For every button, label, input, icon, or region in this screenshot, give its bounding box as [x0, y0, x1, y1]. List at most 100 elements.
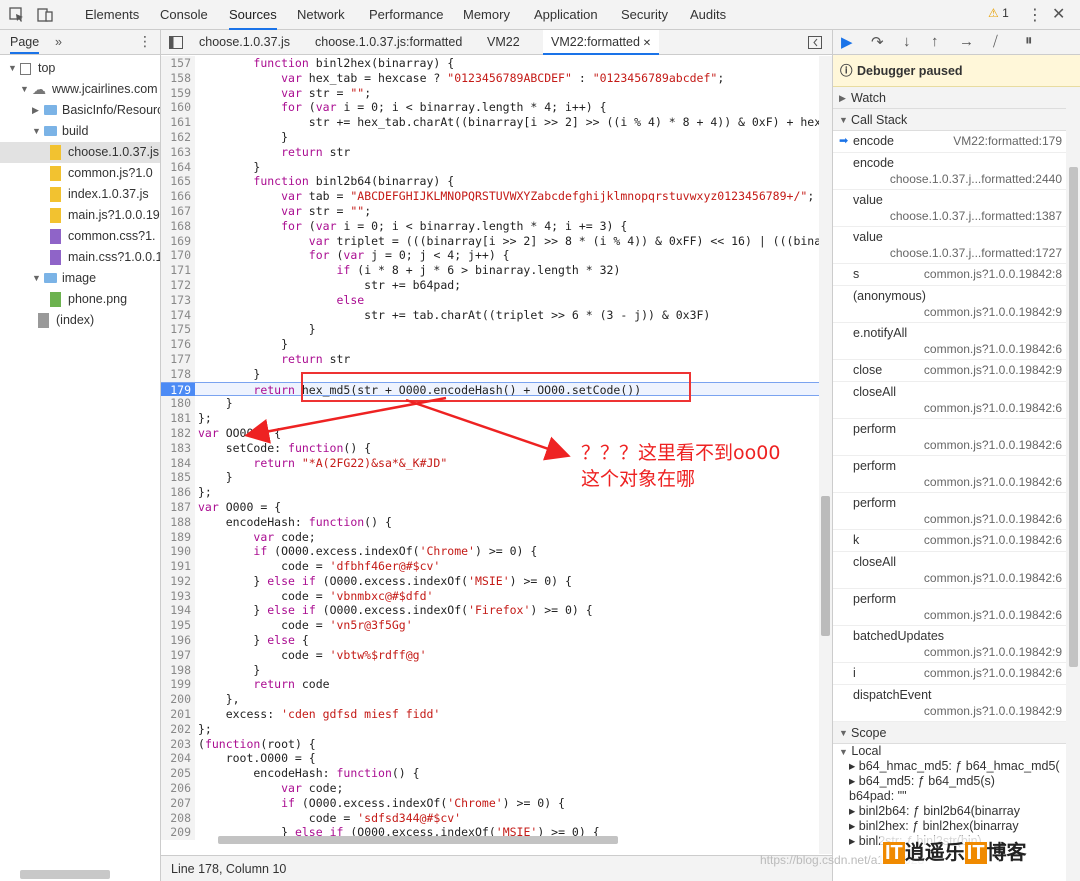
call-frame[interactable]: perform common.js?1.0.0.19842:6 — [833, 456, 1080, 493]
line-number[interactable]: 195 — [161, 618, 195, 634]
tab-page[interactable]: Page — [10, 35, 40, 54]
call-frame[interactable]: closeAll common.js?1.0.0.19842:6 — [833, 382, 1080, 419]
call-frame[interactable]: k common.js?1.0.0.19842:6 — [833, 530, 1080, 552]
code-line[interactable]: 195 code = 'vn5r@3f5Gg' — [161, 618, 819, 634]
call-frame[interactable]: closeAll common.js?1.0.0.19842:6 — [833, 552, 1080, 589]
frame-location[interactable]: common.js?1.0.0.19842:9 — [924, 363, 1062, 377]
code-line[interactable]: 198 } — [161, 662, 819, 678]
device-toolbar-icon[interactable] — [37, 7, 53, 23]
code-line[interactable]: 167 var str = ""; — [161, 203, 819, 219]
call-frame[interactable]: perform common.js?1.0.0.19842:6 — [833, 493, 1080, 530]
code-line[interactable]: 192 } else if (O000.excess.indexOf('MSIE… — [161, 573, 819, 589]
tree-item[interactable]: ▼ build — [0, 121, 160, 142]
call-frame[interactable]: close common.js?1.0.0.19842:9 — [833, 360, 1080, 382]
code-line[interactable]: 202}; — [161, 721, 819, 737]
line-number[interactable]: 162 — [161, 129, 195, 145]
watch-section-header[interactable]: ▶ Watch — [833, 87, 1080, 109]
code-line[interactable]: 160 for (var i = 0; i < binarray.length … — [161, 100, 819, 116]
line-number[interactable]: 182 — [161, 425, 195, 441]
more-menu-icon[interactable]: ⋮ — [1027, 5, 1043, 25]
line-number[interactable]: 189 — [161, 529, 195, 545]
close-icon[interactable]: ✕ — [1052, 4, 1065, 24]
inspect-element-icon[interactable] — [9, 7, 25, 23]
line-number[interactable]: 203 — [161, 736, 195, 752]
scope-local-header[interactable]: ▼ Local — [833, 744, 1080, 759]
line-number[interactable]: 201 — [161, 707, 195, 722]
code-line[interactable]: 168 for (var i = 0; i < binarray.length … — [161, 218, 819, 234]
line-number[interactable]: 179 — [161, 382, 195, 398]
expanded-triangle-icon[interactable]: ▼ — [20, 79, 29, 100]
tab-console[interactable]: Console — [160, 0, 208, 30]
line-number[interactable]: 175 — [161, 322, 195, 338]
scope-variable[interactable]: ▸ binl2b64: ƒ binl2b64(binarray — [833, 804, 1080, 819]
deactivate-breakpoints-icon[interactable]: ⧸ — [993, 33, 998, 50]
editor-tab[interactable]: VM22 — [479, 30, 528, 55]
frame-location[interactable]: common.js?1.0.0.19842:8 — [924, 267, 1062, 281]
line-number[interactable]: 187 — [161, 499, 195, 515]
line-number[interactable]: 183 — [161, 440, 195, 456]
code-line[interactable]: 196 } else { — [161, 633, 819, 648]
line-number[interactable]: 167 — [161, 203, 195, 219]
collapsed-triangle-icon[interactable]: ▶ — [32, 100, 39, 121]
call-frame[interactable]: dispatchEvent common.js?1.0.0.19842:9 — [833, 685, 1080, 722]
line-number[interactable]: 174 — [161, 307, 195, 323]
pause-on-exceptions-icon[interactable]: ⏸ — [1025, 32, 1033, 49]
line-number[interactable]: 200 — [161, 692, 195, 708]
code-line[interactable]: 164 } — [161, 159, 819, 175]
call-frame[interactable]: value choose.1.0.37.j...formatted:1387 — [833, 190, 1080, 227]
tab-elements[interactable]: Elements — [85, 0, 139, 30]
code-line[interactable]: 191 code = 'dfbhf46er@#$cv' — [161, 559, 819, 574]
line-number[interactable]: 176 — [161, 337, 195, 352]
call-frame[interactable]: ➡ encode VM22:formatted:179 — [833, 131, 1080, 153]
code-line[interactable]: 177 return str — [161, 351, 819, 367]
resume-icon[interactable]: ▶︎ — [841, 33, 853, 51]
tree-item[interactable]: ▶ BasicInfo/Resourc — [0, 100, 160, 121]
call-frame[interactable]: perform common.js?1.0.0.19842:6 — [833, 419, 1080, 456]
code-line[interactable]: 158 var hex_tab = hexcase ? "0123456789A… — [161, 70, 819, 86]
tree-item[interactable]: ▼ ☁ www.jcairlines.com — [0, 79, 160, 100]
tab-security[interactable]: Security — [621, 0, 668, 30]
line-number[interactable]: 177 — [161, 351, 195, 367]
tab-audits[interactable]: Audits — [690, 0, 726, 30]
code-line[interactable]: 174 str += tab.charAt((triplet >> 6 * (3… — [161, 307, 819, 323]
call-frame[interactable]: batchedUpdates common.js?1.0.0.19842:9 — [833, 626, 1080, 663]
line-number[interactable]: 163 — [161, 144, 195, 160]
frame-location[interactable]: common.js?1.0.0.19842:9 — [924, 305, 1062, 319]
call-frame[interactable]: encode choose.1.0.37.j...formatted:2440 — [833, 153, 1080, 190]
call-frame[interactable]: i common.js?1.0.0.19842:6 — [833, 663, 1080, 685]
line-number[interactable]: 169 — [161, 233, 195, 249]
code-line[interactable]: 172 str += b64pad; — [161, 277, 819, 293]
line-number[interactable]: 168 — [161, 218, 195, 234]
code-line[interactable]: 162 } — [161, 129, 819, 145]
expanded-triangle-icon[interactable]: ▼ — [8, 58, 17, 79]
call-frame[interactable]: perform common.js?1.0.0.19842:6 — [833, 589, 1080, 626]
line-number[interactable]: 205 — [161, 766, 195, 782]
line-number[interactable]: 191 — [161, 559, 195, 574]
code-line[interactable]: 175 } — [161, 322, 819, 338]
code-line[interactable]: 189 var code; — [161, 529, 819, 545]
code-line[interactable]: 197 code = 'vbtw%$rdff@g' — [161, 647, 819, 663]
code-line[interactable]: 159 var str = ""; — [161, 85, 819, 101]
code-line[interactable]: 203 (function(root) { — [161, 736, 819, 752]
code-line[interactable]: 207 if (O000.excess.indexOf('Chrome') >=… — [161, 795, 819, 811]
frame-location[interactable]: VM22:formatted:179 — [953, 134, 1062, 148]
tab-sources[interactable]: Sources — [229, 0, 277, 30]
line-number[interactable]: 207 — [161, 795, 195, 811]
toggle-debugger-icon[interactable] — [808, 36, 822, 49]
code-line[interactable]: 190 if (O000.excess.indexOf('Chrome') >=… — [161, 544, 819, 560]
line-number[interactable]: 204 — [161, 751, 195, 767]
code-line[interactable]: 173 else — [161, 292, 819, 308]
scope-variable[interactable]: b64pad: "" — [833, 789, 1080, 804]
scope-variable[interactable]: ▸ b64_hmac_md5: ƒ b64_hmac_md5( — [833, 759, 1080, 774]
scope-variable[interactable]: ▸ binl2hex: ƒ binl2hex(binarray — [833, 819, 1080, 834]
frame-location[interactable]: common.js?1.0.0.19842:6 — [924, 438, 1062, 452]
tree-item[interactable]: ▼ image — [0, 268, 160, 289]
line-number[interactable]: 199 — [161, 677, 195, 693]
line-number[interactable]: 206 — [161, 781, 195, 796]
step-icon[interactable]: → — [959, 33, 974, 50]
expanded-triangle-icon[interactable]: ▼ — [32, 121, 41, 142]
call-frame[interactable]: s common.js?1.0.0.19842:8 — [833, 264, 1080, 286]
call-frame[interactable]: (anonymous) common.js?1.0.0.19842:9 — [833, 286, 1080, 323]
code-line[interactable]: 181}; — [161, 411, 819, 426]
navigator-menu-icon[interactable]: ⋮ — [138, 33, 152, 50]
